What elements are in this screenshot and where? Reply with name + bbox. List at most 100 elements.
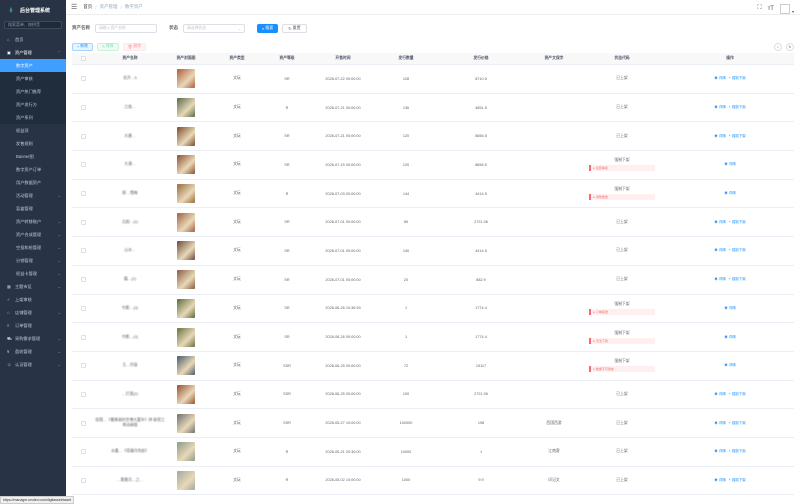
row-checkbox[interactable] xyxy=(80,133,86,139)
detail-link[interactable]: ◉ 详情 xyxy=(714,392,725,397)
asset-cover-image[interactable] xyxy=(177,327,195,347)
sidebar-item[interactable]: 资产转移账户 ⌄ xyxy=(0,215,66,228)
detail-link[interactable]: ◉ 详情 xyxy=(714,76,725,81)
detail-link[interactable]: ◉ 详情 xyxy=(714,478,725,483)
detail-link[interactable]: ◉ 详情 xyxy=(714,449,725,454)
edit-button[interactable]: ✎ 修改 xyxy=(96,42,119,51)
asset-cover-image[interactable] xyxy=(177,298,195,318)
detail-link[interactable]: ◉ 详情 xyxy=(724,306,735,311)
status-select[interactable]: 请选择状态 ⌄ xyxy=(183,23,245,33)
breadcrumb-home[interactable]: 首页 xyxy=(83,4,92,10)
asset-name-input[interactable]: 请输入资产名称 xyxy=(95,23,157,33)
refresh-icon[interactable]: ↻ xyxy=(786,42,794,51)
row-checkbox[interactable] xyxy=(80,105,86,111)
detail-link[interactable]: ◉ 详情 xyxy=(714,105,725,110)
detail-link[interactable]: ◉ 详情 xyxy=(724,162,735,167)
sidebar-item[interactable]: ⌂ 店铺管理 ⌄ xyxy=(0,306,66,319)
delete-button[interactable]: 🗑 删除 xyxy=(122,42,147,51)
detail-link[interactable]: ◉ 详情 xyxy=(724,335,735,340)
force-offshelf-link[interactable]: + 强制下架 xyxy=(729,421,746,426)
search-button[interactable]: ⌕ 搜索 xyxy=(257,23,279,33)
row-checkbox[interactable] xyxy=(80,277,86,283)
detail-link[interactable]: ◉ 详情 xyxy=(714,421,725,426)
add-button[interactable]: + 新增 xyxy=(72,42,93,51)
asset-cover-image[interactable] xyxy=(177,356,195,376)
sidebar-item[interactable]: 活动管理 ⌄ xyxy=(0,189,66,202)
sidebar-item[interactable]: Banner图 xyxy=(0,150,66,163)
sidebar-item[interactable]: 空投和抢管理 ⌄ xyxy=(0,241,66,254)
sidebar-item[interactable]: 权益项 xyxy=(0,124,66,137)
force-offshelf-link[interactable]: + 强制下架 xyxy=(729,449,746,454)
sidebar-item[interactable]: ▦ 主题市区 ⌄ xyxy=(0,280,66,293)
force-offshelf-link[interactable]: + 强制下架 xyxy=(729,277,746,282)
row-checkbox[interactable] xyxy=(80,162,86,168)
force-offshelf-link[interactable]: + 强制下架 xyxy=(729,105,746,110)
row-checkbox[interactable] xyxy=(80,305,86,311)
row-checkbox[interactable] xyxy=(80,76,86,82)
detail-link[interactable]: ◉ 详情 xyxy=(714,220,725,225)
asset-cover-image[interactable] xyxy=(177,442,195,462)
row-checkbox[interactable] xyxy=(80,420,86,426)
sidebar-item[interactable]: 数字资产 xyxy=(0,59,66,72)
sidebar-item[interactable]: ≡ 订单管理 xyxy=(0,319,66,332)
row-checkbox[interactable] xyxy=(80,334,86,340)
force-offshelf-link[interactable]: + 强制下架 xyxy=(729,220,746,225)
sidebar-item[interactable]: 盲盒管理 xyxy=(0,202,66,215)
sidebar-item[interactable]: 资产热门推荐 xyxy=(0,85,66,98)
asset-cover-image[interactable] xyxy=(177,384,195,404)
breadcrumb-asset-management[interactable]: 资产管理 xyxy=(100,4,118,10)
asset-cover-image[interactable] xyxy=(177,470,195,490)
sidebar-item[interactable]: 分销管理 ⌄ xyxy=(0,254,66,267)
detail-link[interactable]: ◉ 详情 xyxy=(724,363,735,368)
force-offshelf-link[interactable]: + 强制下架 xyxy=(729,392,746,397)
row-checkbox[interactable] xyxy=(80,477,86,483)
avatar[interactable] xyxy=(779,3,790,14)
sidebar-item[interactable]: ⛟ 采购需求管理 ⌄ xyxy=(0,332,66,345)
force-offshelf-link[interactable]: + 强制下架 xyxy=(729,478,746,483)
sidebar-item[interactable]: 资产审核 xyxy=(0,72,66,85)
sidebar-item[interactable]: 资产发行方 xyxy=(0,98,66,111)
force-offshelf-link[interactable]: + 强制下架 xyxy=(729,248,746,253)
sidebar-item[interactable]: 权益卡管理 ⌄ xyxy=(0,267,66,280)
force-offshelf-link[interactable]: + 强制下架 xyxy=(729,134,746,139)
row-checkbox[interactable] xyxy=(80,219,86,225)
asset-cover-image[interactable] xyxy=(177,270,195,290)
detail-link[interactable]: ◉ 详情 xyxy=(714,277,725,282)
detail-link[interactable]: ◉ 详情 xyxy=(724,191,735,196)
asset-code-cell xyxy=(530,208,578,236)
row-checkbox[interactable] xyxy=(80,449,86,455)
asset-cover-image[interactable] xyxy=(177,212,195,232)
detail-link[interactable]: ◉ 详情 xyxy=(714,248,725,253)
search-toggle-icon[interactable]: ⌕ xyxy=(774,42,782,51)
asset-cover-image[interactable] xyxy=(177,126,195,146)
sidebar-item[interactable]: 资产系列 xyxy=(0,111,66,124)
row-checkbox[interactable] xyxy=(80,363,86,369)
row-checkbox[interactable] xyxy=(80,391,86,397)
sidebar-item[interactable]: 用户数据资产 xyxy=(0,176,66,189)
sidebar-item[interactable]: ☺ 认证管理 ⌄ xyxy=(0,358,66,371)
sidebar-item[interactable]: ¥ 盈收管理 ⌄ xyxy=(0,345,66,358)
menu-search-input[interactable]: 搜索菜单、按拼音 xyxy=(4,21,62,29)
asset-cover-image[interactable] xyxy=(177,241,195,261)
sidebar-item[interactable]: ✓ 上架审核 xyxy=(0,293,66,306)
asset-cover-image[interactable] xyxy=(177,413,195,433)
sidebar-item[interactable]: ▣ 资产管理 ⌃ xyxy=(0,46,66,59)
asset-cover-image[interactable] xyxy=(177,184,195,204)
select-all-checkbox[interactable] xyxy=(80,56,86,61)
asset-cover-image[interactable] xyxy=(177,69,195,89)
force-offshelf-link[interactable]: + 强制下架 xyxy=(729,76,746,81)
sidebar-item[interactable]: ⌂ 首页 xyxy=(0,33,66,46)
row-checkbox[interactable] xyxy=(80,191,86,197)
asset-cover-image[interactable] xyxy=(177,155,195,175)
row-checkbox[interactable] xyxy=(80,248,86,254)
asset-cover-image[interactable] xyxy=(177,98,195,118)
sidebar-item[interactable]: 发售规则 xyxy=(0,137,66,150)
fullscreen-icon[interactable]: ⛶ xyxy=(757,5,761,12)
sidebar-item[interactable]: 资产合成管理 ⌄ xyxy=(0,228,66,241)
hamburger-icon[interactable]: ☰ xyxy=(71,3,77,11)
detail-link[interactable]: ◉ 详情 xyxy=(714,134,725,139)
caret-down-icon[interactable]: ▾ xyxy=(792,9,794,14)
font-size-icon[interactable]: ᴛT xyxy=(768,6,774,12)
sidebar-item[interactable]: 数字资产订单 xyxy=(0,163,66,176)
reset-button[interactable]: ↻ 重置 xyxy=(282,23,307,33)
